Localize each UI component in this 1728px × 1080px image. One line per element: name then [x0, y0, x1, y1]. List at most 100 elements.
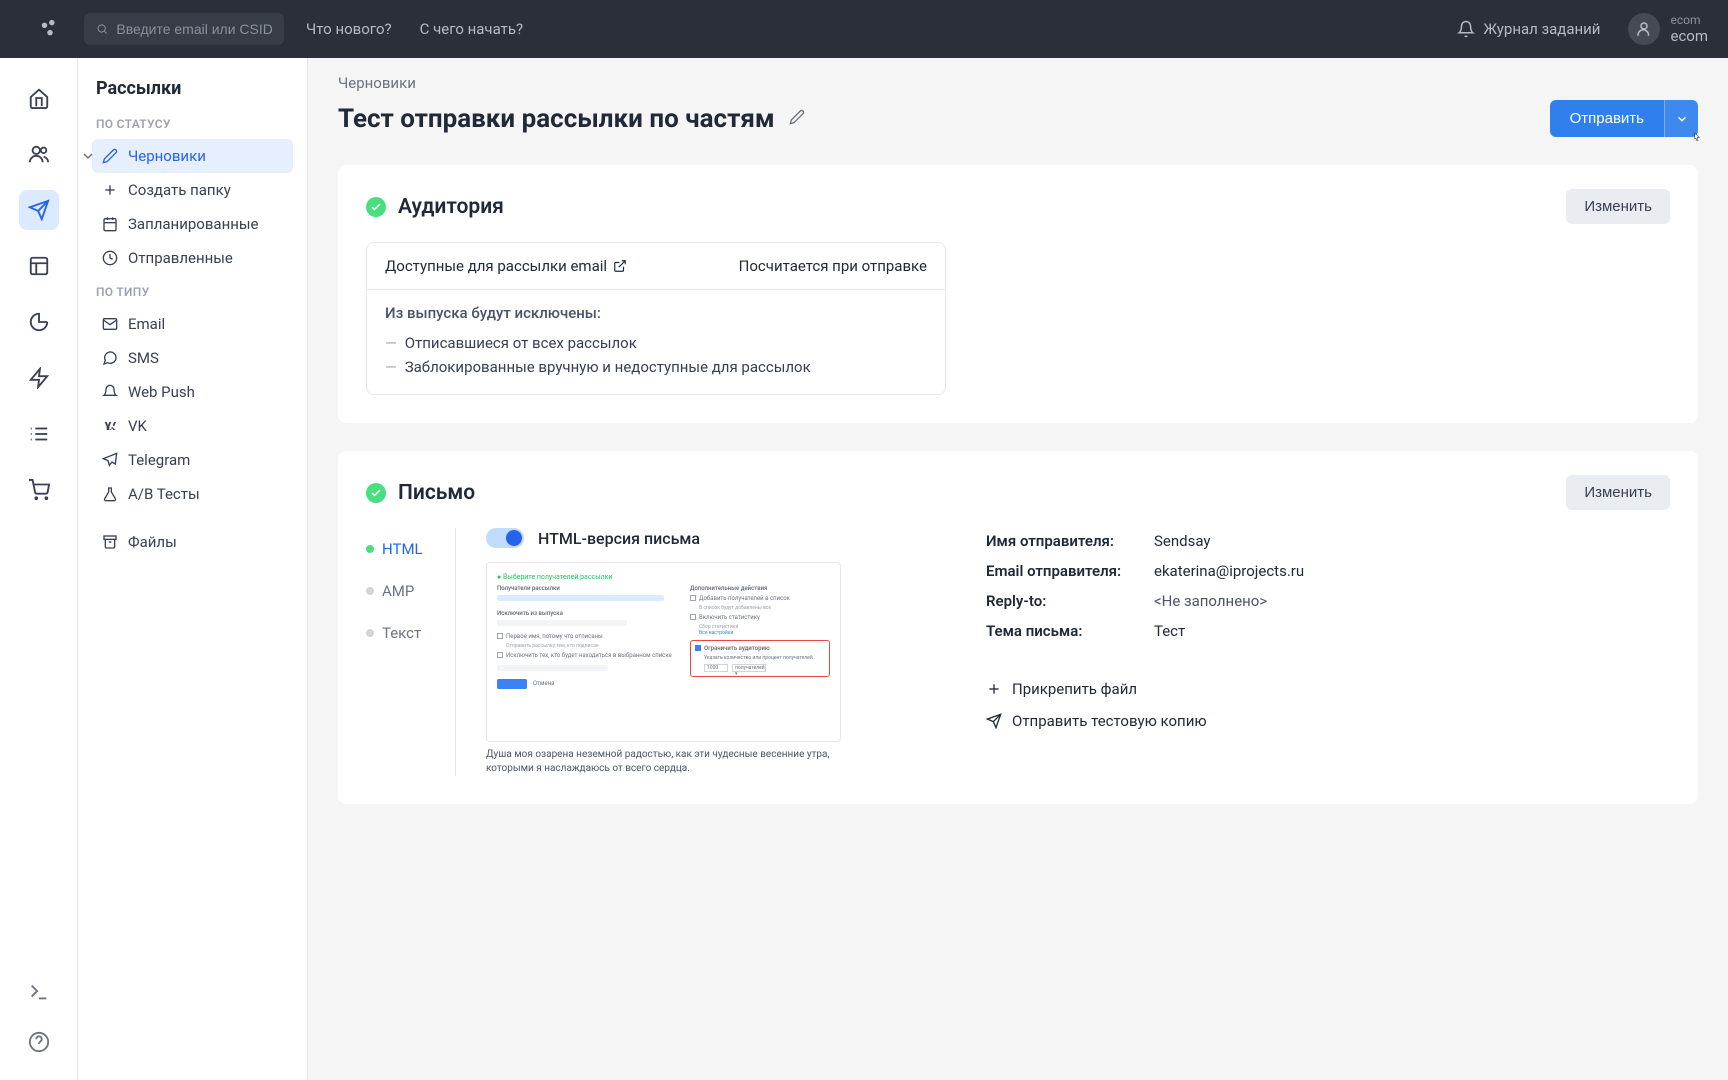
search-icon — [96, 22, 108, 36]
archive-icon — [102, 534, 118, 550]
check-icon — [370, 201, 382, 213]
sidebar-item-webpush[interactable]: Web Push — [92, 375, 293, 409]
rail-list[interactable] — [19, 414, 59, 454]
exclusions-title: Из выпуска будут исключены: — [385, 304, 927, 322]
exclusion-row: — Заблокированные вручную и недоступные … — [385, 358, 927, 376]
exclusion-text: Отписавшиеся от всех рассылок — [405, 334, 637, 352]
edit-title-button[interactable] — [789, 109, 805, 129]
bell-icon — [102, 384, 118, 400]
chevron-down-icon — [1675, 112, 1689, 126]
page-title: Тест отправки рассылки по частям — [338, 104, 775, 134]
search-box[interactable] — [84, 13, 284, 45]
audience-details: Доступные для рассылки email Посчитается… — [366, 242, 946, 395]
icon-rail — [0, 58, 78, 1080]
nav-how-to-start[interactable]: С чего начать? — [420, 20, 523, 38]
attach-file-button[interactable]: Прикрепить файл — [986, 680, 1670, 698]
top-header: Что нового? С чего начать? Журнал задани… — [0, 0, 1728, 58]
sidebar-item-create-folder[interactable]: Создать папку — [92, 173, 293, 207]
user-menu[interactable]: ecom ecom — [1628, 13, 1708, 45]
rail-home[interactable] — [19, 78, 59, 118]
sidebar-item-email[interactable]: Email — [92, 307, 293, 341]
html-version-toggle[interactable] — [486, 528, 524, 548]
tab-text[interactable]: Текст — [366, 612, 447, 654]
clock-icon — [102, 250, 118, 266]
avatar — [1628, 13, 1660, 45]
side-group-type: ПО ТИПУ — [92, 285, 293, 299]
tab-amp[interactable]: AMP — [366, 570, 447, 612]
count-note: Посчитается при отправке — [739, 257, 927, 275]
user-icon — [1635, 20, 1653, 38]
rail-console[interactable] — [19, 972, 59, 1012]
cursor-icon — [1690, 131, 1704, 145]
exclusion-text: Заблокированные вручную и недоступные дл… — [405, 358, 811, 376]
sidebar-item-label: Web Push — [128, 383, 195, 401]
rail-automation[interactable] — [19, 358, 59, 398]
sidebar-item-label: VK — [128, 417, 147, 435]
rail-analytics[interactable] — [19, 302, 59, 342]
change-audience-button[interactable]: Изменить — [1566, 189, 1670, 224]
calendar-icon — [102, 216, 118, 232]
rail-help[interactable] — [19, 1022, 59, 1062]
sidebar-item-abtests[interactable]: А/В Тесты — [92, 477, 293, 511]
users-icon — [28, 143, 50, 165]
plus-icon — [102, 182, 118, 198]
logo-icon — [39, 18, 61, 40]
meta-label: Email отправителя: — [986, 562, 1154, 580]
meta-value: ekaterina@iprojects.ru — [1154, 562, 1304, 580]
breadcrumb[interactable]: Черновики — [308, 74, 1728, 92]
available-emails-link[interactable]: Доступные для рассылки email — [385, 257, 627, 275]
sidebar-item-sent[interactable]: Отправленные — [92, 241, 293, 275]
meta-label: Имя отправителя: — [986, 532, 1154, 550]
dash-icon: — — [385, 358, 397, 376]
help-icon — [28, 1031, 50, 1053]
cart-icon — [28, 479, 50, 501]
layout-icon — [28, 255, 50, 277]
preview-column: HTML-версия письма ● Выберите получателе… — [486, 528, 956, 776]
search-input[interactable] — [116, 21, 272, 37]
side-title: Рассылки — [92, 78, 293, 99]
tab-label: HTML — [382, 540, 423, 558]
change-letter-button[interactable]: Изменить — [1566, 475, 1670, 510]
rail-users[interactable] — [19, 134, 59, 174]
chat-icon — [102, 350, 118, 366]
sidebar-item-label: Черновики — [128, 147, 206, 165]
email-preview-thumbnail[interactable]: ● Выберите получателей рассылки Получате… — [486, 562, 841, 742]
journal-link[interactable]: Журнал заданий — [1457, 20, 1600, 38]
rail-ecommerce[interactable] — [19, 470, 59, 510]
home-icon — [28, 87, 50, 109]
test-copy-label: Отправить тестовую копию — [1012, 712, 1207, 730]
send-dropdown-button[interactable] — [1664, 100, 1698, 137]
sidebar-item-label: SMS — [128, 349, 159, 367]
preview-caption: Душа моя озарена неземной радостью, как … — [486, 748, 841, 776]
nav-whats-new[interactable]: Что нового? — [306, 20, 392, 38]
tab-html[interactable]: HTML — [366, 528, 447, 570]
rail-campaigns[interactable] — [19, 190, 59, 230]
sidebar-item-sms[interactable]: SMS — [92, 341, 293, 375]
sidebar-item-telegram[interactable]: Telegram — [92, 443, 293, 477]
logo[interactable] — [20, 18, 80, 40]
list-icon — [28, 423, 50, 445]
status-check-icon — [366, 483, 386, 503]
rail-templates[interactable] — [19, 246, 59, 286]
sidebar-item-scheduled[interactable]: Запланированные — [92, 207, 293, 241]
sidebar-item-label: Запланированные — [128, 215, 258, 233]
side-group-status: ПО СТАТУСУ — [92, 117, 293, 131]
audience-title: Аудитория — [398, 195, 504, 219]
dot-icon — [366, 587, 374, 595]
sidebar-item-drafts[interactable]: Черновики — [92, 139, 293, 173]
sidebar-item-vk[interactable]: VK — [92, 409, 293, 443]
terminal-icon — [28, 981, 50, 1003]
send-test-copy-button[interactable]: Отправить тестовую копию — [986, 712, 1670, 730]
mail-icon — [102, 316, 118, 332]
preview-label: HTML-версия письма — [538, 529, 700, 548]
send-button[interactable]: Отправить — [1550, 100, 1664, 137]
chevron-down-icon — [80, 148, 96, 164]
journal-label: Журнал заданий — [1483, 20, 1600, 38]
letter-meta: Имя отправителя: Sendsay Email отправите… — [986, 528, 1670, 776]
nav-links: Что нового? С чего начать? — [306, 20, 523, 38]
sidebar-item-files[interactable]: Файлы — [92, 525, 293, 559]
sidebar-item-label: Отправленные — [128, 249, 233, 267]
sidebar-item-label: Создать папку — [128, 181, 231, 199]
tab-label: AMP — [382, 582, 414, 600]
letter-title: Письмо — [398, 481, 475, 505]
